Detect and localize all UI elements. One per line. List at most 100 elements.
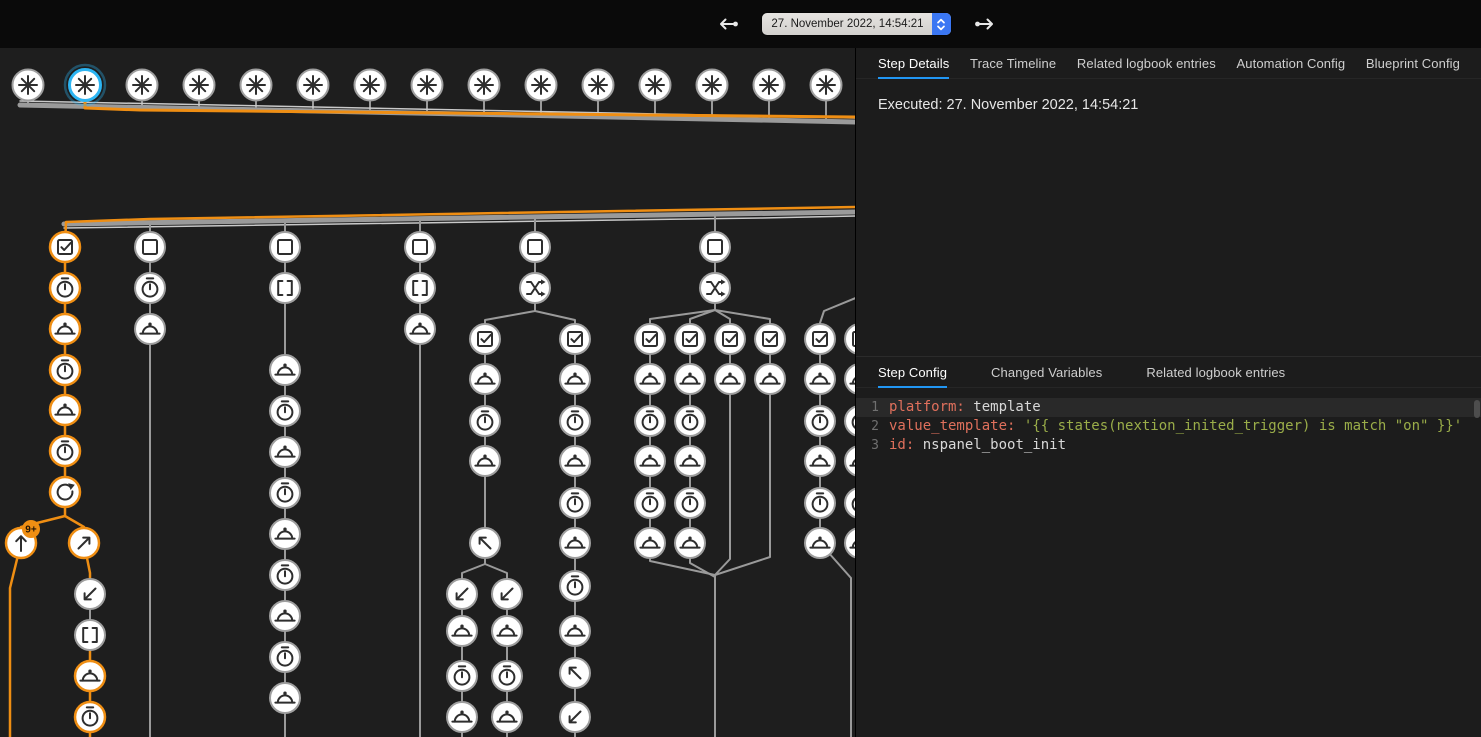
trace-node-timer[interactable] xyxy=(560,571,590,601)
trace-node-brackets[interactable] xyxy=(270,273,300,303)
trigger-node[interactable] xyxy=(13,70,44,101)
code-line-2[interactable]: 2value_template: '{{ states(nextion_init… xyxy=(856,417,1481,436)
trace-node-service[interactable] xyxy=(560,528,590,558)
trace-node-service[interactable] xyxy=(447,616,477,646)
trace-node-service[interactable] xyxy=(270,519,300,549)
trace-node-square[interactable] xyxy=(700,232,730,262)
trace-node-arrow-up-right[interactable] xyxy=(69,528,99,558)
config-tab-step-config[interactable]: Step Config xyxy=(878,357,947,387)
trace-node-check-square[interactable] xyxy=(470,324,500,354)
detail-tab-related-logbook-entries[interactable]: Related logbook entries xyxy=(1077,48,1216,78)
trace-node-square[interactable] xyxy=(520,232,550,262)
trace-node-service[interactable] xyxy=(635,364,665,394)
trace-node-square[interactable] xyxy=(405,232,435,262)
trigger-node[interactable] xyxy=(697,70,728,101)
trace-node-service[interactable] xyxy=(447,702,477,732)
trace-node-service[interactable] xyxy=(675,528,705,558)
trace-node-service[interactable] xyxy=(845,528,855,558)
next-trace-button[interactable] xyxy=(969,8,1001,40)
yaml-editor[interactable]: 1platform: template2value_template: '{{ … xyxy=(856,388,1481,737)
trace-node-service[interactable] xyxy=(635,528,665,558)
trace-node-service[interactable] xyxy=(675,364,705,394)
trace-node-check-square[interactable] xyxy=(560,324,590,354)
trace-node-timer[interactable] xyxy=(270,642,300,672)
code-line-3[interactable]: 3id: nspanel_boot_init xyxy=(856,436,1481,455)
previous-trace-button[interactable] xyxy=(712,8,744,40)
trace-node-service[interactable] xyxy=(492,616,522,646)
trigger-node[interactable] xyxy=(469,70,500,101)
trace-node-service[interactable] xyxy=(755,364,785,394)
trace-node-service[interactable] xyxy=(405,314,435,344)
trace-node-shuffle[interactable] xyxy=(520,273,550,303)
trace-node-timer[interactable] xyxy=(492,661,522,691)
trace-node-service[interactable] xyxy=(50,395,80,425)
trace-node-arrow-down-left[interactable] xyxy=(447,579,477,609)
trace-node-check-square[interactable] xyxy=(805,324,835,354)
trace-node-square[interactable] xyxy=(135,232,165,262)
trigger-node[interactable] xyxy=(184,70,215,101)
trace-node-timer[interactable] xyxy=(270,560,300,590)
trigger-node[interactable] xyxy=(526,70,557,101)
trigger-node[interactable] xyxy=(640,70,671,101)
trace-node-service[interactable] xyxy=(270,601,300,631)
trace-node-service[interactable] xyxy=(635,446,665,476)
trigger-node[interactable] xyxy=(754,70,785,101)
trace-node-timer[interactable] xyxy=(135,273,165,303)
trace-node-service[interactable] xyxy=(492,702,522,732)
trace-node-arrow-top-left[interactable] xyxy=(470,528,500,558)
trace-node-service[interactable] xyxy=(675,446,705,476)
trigger-node[interactable] xyxy=(583,70,614,101)
trace-node-service[interactable] xyxy=(75,661,105,691)
trace-node-shuffle[interactable] xyxy=(700,273,730,303)
trace-node-arrow-down-left[interactable] xyxy=(75,579,105,609)
trace-node-service[interactable] xyxy=(270,437,300,467)
trace-node-service[interactable] xyxy=(135,314,165,344)
trace-graph[interactable]: 9+ xyxy=(0,0,855,737)
trace-node-service[interactable] xyxy=(805,528,835,558)
trace-node-timer[interactable] xyxy=(845,488,855,518)
trace-node-service[interactable] xyxy=(50,314,80,344)
detail-tab-step-details[interactable]: Step Details xyxy=(878,48,949,78)
trace-node-service[interactable] xyxy=(560,446,590,476)
trace-node-brackets[interactable] xyxy=(405,273,435,303)
trace-node-timer[interactable] xyxy=(270,396,300,426)
trigger-node[interactable] xyxy=(355,70,386,101)
detail-tab-automation-config[interactable]: Automation Config xyxy=(1237,48,1346,78)
trace-node-check-square[interactable] xyxy=(675,324,705,354)
config-tab-changed-variables[interactable]: Changed Variables xyxy=(991,357,1102,387)
trace-node-service[interactable] xyxy=(845,446,855,476)
trace-node-timer[interactable] xyxy=(805,488,835,518)
trace-timestamp-select[interactable]: 27. November 2022, 14:54:21 xyxy=(762,13,950,35)
trace-node-service[interactable] xyxy=(470,364,500,394)
trace-node-timer[interactable] xyxy=(447,661,477,691)
trace-node-timer[interactable] xyxy=(75,702,105,732)
trace-node-timer[interactable] xyxy=(560,406,590,436)
trigger-node[interactable] xyxy=(241,70,272,101)
trace-node-timer[interactable] xyxy=(50,355,80,385)
trace-node-service[interactable] xyxy=(805,364,835,394)
trigger-node[interactable] xyxy=(811,70,842,101)
trace-node-service[interactable] xyxy=(270,683,300,713)
trigger-node[interactable] xyxy=(412,70,443,101)
trigger-node[interactable] xyxy=(127,70,158,101)
trace-node-timer[interactable] xyxy=(675,488,705,518)
detail-tab-blueprint-config[interactable]: Blueprint Config xyxy=(1366,48,1460,78)
trace-node-service[interactable] xyxy=(805,446,835,476)
trace-node-timer[interactable] xyxy=(50,273,80,303)
trigger-node[interactable] xyxy=(298,70,329,101)
trace-node-check-square[interactable] xyxy=(50,232,80,262)
trace-node-service[interactable] xyxy=(270,355,300,385)
trace-node-timer[interactable] xyxy=(675,406,705,436)
trigger-node-selected[interactable] xyxy=(65,65,105,105)
trace-node-timer[interactable] xyxy=(50,436,80,466)
detail-tab-trace-timeline[interactable]: Trace Timeline xyxy=(970,48,1056,78)
trace-node-square[interactable] xyxy=(270,232,300,262)
trace-node-timer[interactable] xyxy=(845,406,855,436)
trace-node-arrow-top-left[interactable] xyxy=(560,658,590,688)
trace-node-service[interactable] xyxy=(845,364,855,394)
trace-node-check-square[interactable] xyxy=(635,324,665,354)
config-tab-related-logbook-entries[interactable]: Related logbook entries xyxy=(1146,357,1285,387)
trace-node-service[interactable] xyxy=(715,364,745,394)
trace-node-repeat[interactable] xyxy=(50,477,80,507)
trace-node-timer[interactable] xyxy=(805,406,835,436)
